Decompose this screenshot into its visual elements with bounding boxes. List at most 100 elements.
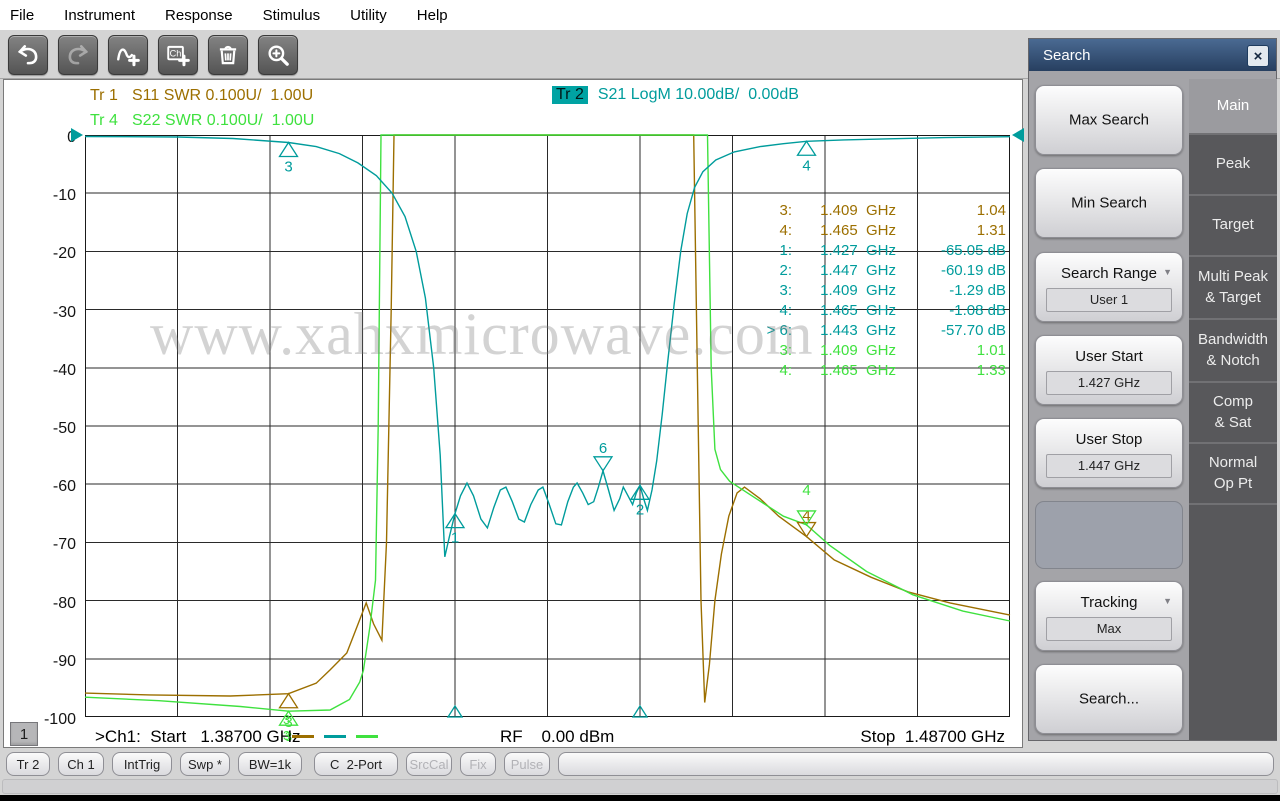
status-blank[interactable] [558,752,1274,776]
min-search-button-label: Min Search [1036,195,1182,212]
tab-normal-op-pt-label: Op Pt [1214,474,1252,494]
tab-multi-peak-target-label: & Target [1205,288,1261,308]
tracking-dropdown[interactable]: Tracking▼ Max [1035,581,1183,651]
legend-dash-tr4 [356,735,378,738]
tab-peak-label: Peak [1216,154,1250,174]
status-fix[interactable]: Fix [460,752,496,776]
y-axis-label: -70 [28,536,76,554]
menu-stimulus[interactable]: Stimulus [263,7,321,24]
menu-instrument[interactable]: Instrument [64,7,135,24]
marker-number-label: 3 [283,728,290,743]
redo-icon [58,35,98,75]
add-channel-icon[interactable]: Ch [158,35,198,75]
tab-main-label: Main [1217,96,1250,116]
tab-peak[interactable]: Peak [1189,135,1277,196]
trace-title-tr4[interactable]: Tr 4S22 SWR 0.100U/ 1.00U [90,112,314,130]
search-panel-titlebar[interactable]: Search [1029,39,1276,71]
status-trace[interactable]: Tr 2 [6,752,50,776]
marker-readout-row: 1:1.427 GHz-65.05 dB [700,242,1010,262]
trace-id-tr1: Tr 1 [90,87,132,105]
search-more-button[interactable]: Search... [1035,664,1183,734]
user-stop-button-label: User Stop [1036,431,1182,448]
tab-bandwidth-notch[interactable]: Bandwidth& Notch [1189,320,1277,383]
tab-main[interactable]: Main [1189,79,1277,135]
marker-readout-row: 4:1.465 GHz-1.08 dB [700,302,1010,322]
trace-desc-tr4: S22 SWR 0.100U/ 1.00U [132,112,314,129]
search-more-button-label: Search... [1036,691,1182,708]
legend-dash-tr2 [324,735,346,738]
user-start-button[interactable]: User Start 1.427 GHz [1035,335,1183,405]
tab-target-label: Target [1212,215,1254,235]
tab-multi-peak-target-label: Multi Peak [1198,267,1268,287]
tab-target[interactable]: Target [1189,196,1277,257]
status-trigger[interactable]: IntTrig [112,752,172,776]
trace-id-tr2: Tr 2 [552,86,588,104]
max-search-button[interactable]: Max Search [1035,85,1183,155]
blank-button[interactable] [1035,501,1183,569]
trace-title-tr1[interactable]: Tr 1S11 SWR 0.100U/ 1.00U [90,87,313,105]
marker-number-label: 3 [284,159,292,176]
marker-readout-row: 3:1.409 GHz-1.29 dB [700,282,1010,302]
tab-comp-sat[interactable]: Comp& Sat [1189,383,1277,444]
status-channel[interactable]: Ch 1 [58,752,104,776]
marker-number-label: 4 [802,482,810,499]
menu-utility[interactable]: Utility [350,7,387,24]
search-range-dropdown-label: Search Range [1036,265,1182,282]
status-sweep[interactable]: Swp * [180,752,230,776]
trace-desc-tr2: S21 LogM 10.00dB/ 0.00dB [598,86,799,103]
search-panel-title: Search [1043,47,1091,64]
tab-comp-sat-label: Comp [1213,392,1253,412]
y-axis-label: -40 [28,362,76,380]
user-stop-button-value: 1.447 GHz [1046,454,1172,478]
chevron-down-icon: ▼ [1163,596,1172,606]
menu-bar: File Instrument Response Stimulus Utility Hel… [0,0,1280,30]
y-axis-label: -30 [28,304,76,322]
search-panel-tabs: MainPeakTargetMulti Peak& TargetBandwidt… [1189,79,1277,740]
user-stop-button[interactable]: User Stop 1.447 GHz [1035,418,1183,488]
add-trace-icon[interactable] [108,35,148,75]
marker-triangle[interactable] [798,141,816,155]
tab-normal-op-pt-label: Normal [1209,453,1257,473]
zoom-icon[interactable] [258,35,298,75]
status-cal[interactable]: C 2-Port [314,752,398,776]
marker-number-label: 6 [599,440,607,457]
channel-badge[interactable]: 1 [10,722,38,746]
tab-bandwidth-notch-label: & Notch [1206,351,1259,371]
user-start-button-label: User Start [1036,348,1182,365]
chevron-down-icon: ▼ [1163,267,1172,277]
tab-comp-sat-label: & Sat [1215,413,1252,433]
marker-triangle[interactable] [280,694,298,708]
tracking-dropdown-label: Tracking [1036,594,1182,611]
menu-help[interactable]: Help [417,7,448,24]
sweep-start-label: >Ch1: Start 1.38700 GHz [95,727,301,747]
marker-readout-row: 4:1.465 GHz1.31 [700,222,1010,242]
search-range-dropdown[interactable]: Search Range▼ User 1 [1035,252,1183,322]
undo-icon[interactable] [8,35,48,75]
marker-readout-row: 4:1.465 GHz1.33 [700,362,1010,382]
tab-multi-peak-target[interactable]: Multi Peak& Target [1189,257,1277,320]
y-axis-label: -80 [28,595,76,613]
y-axis-label: -20 [28,245,76,263]
svg-text:Ch: Ch [170,49,182,59]
close-icon[interactable]: × [1247,45,1269,67]
marker-readout-row: 3:1.409 GHz1.01 [700,342,1010,362]
marker-triangle[interactable] [280,143,298,157]
max-search-button-label: Max Search [1036,112,1182,129]
tab-normal-op-pt[interactable]: NormalOp Pt [1189,444,1277,505]
bottom-strip [0,795,1280,801]
menu-file[interactable]: File [10,7,34,24]
trace-title-tr2[interactable]: Tr 2 S21 LogM 10.00dB/ 0.00dB [552,86,799,104]
status-pulse[interactable]: Pulse [504,752,550,776]
min-search-button[interactable]: Min Search [1035,168,1183,238]
marker-number-label: 4 [802,157,810,174]
status-bandwidth[interactable]: BW=1k [238,752,302,776]
trace-desc-tr1: S11 SWR 0.100U/ 1.00U [132,87,313,104]
delete-icon[interactable] [208,35,248,75]
marker-readout-row: > 6:1.443 GHz-57.70 dB [700,322,1010,342]
search-range-dropdown-value: User 1 [1046,288,1172,312]
user-start-button-value: 1.427 GHz [1046,371,1172,395]
tracking-dropdown-value: Max [1046,617,1172,641]
status-srccal[interactable]: SrcCal [406,752,452,776]
marker-readout-row: 2:1.447 GHz-60.19 dB [700,262,1010,282]
menu-response[interactable]: Response [165,7,233,24]
